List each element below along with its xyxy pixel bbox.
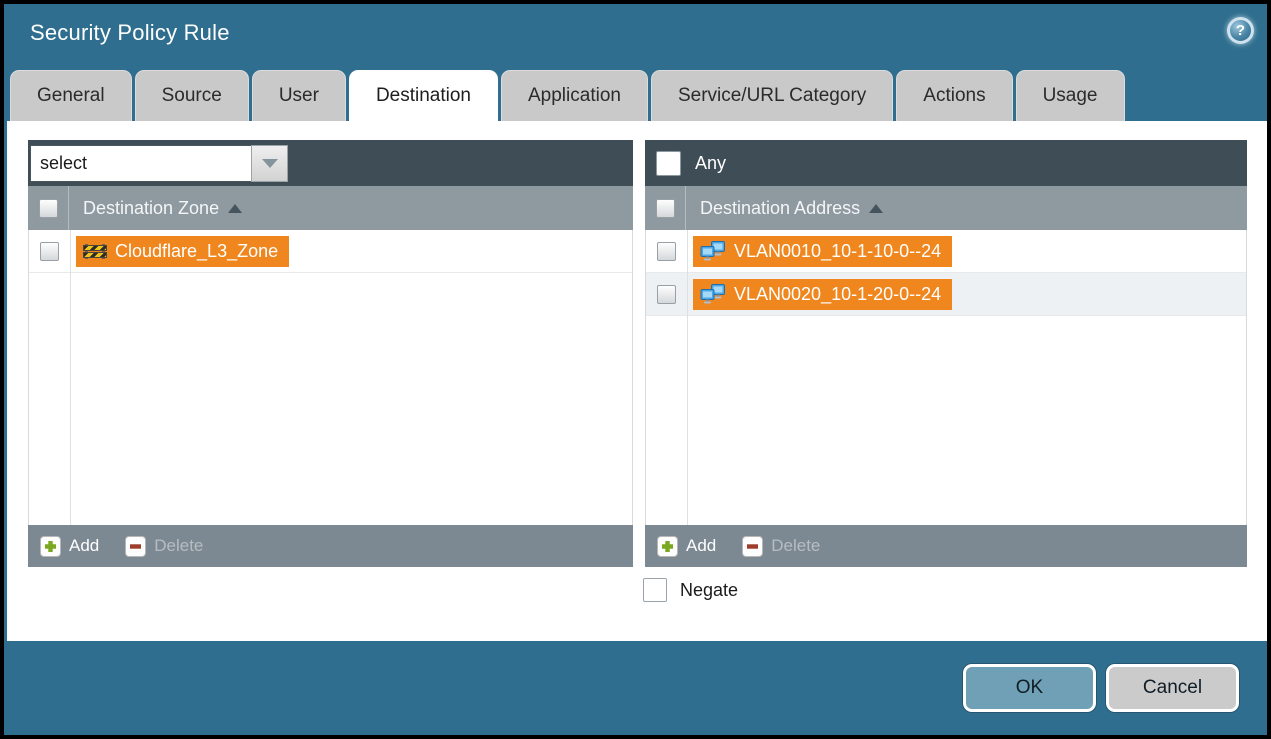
address-row-checkbox[interactable] (657, 285, 676, 304)
any-checkbox[interactable] (656, 151, 681, 176)
address-add-button[interactable]: Add (657, 536, 716, 557)
zone-name: Cloudflare_L3_Zone (115, 241, 278, 262)
negate-label: Negate (680, 580, 738, 601)
zone-row-checkbox-cell (29, 230, 70, 272)
tab-bar: General Source User Destination Applicat… (10, 70, 1125, 121)
zone-add-label: Add (69, 536, 99, 556)
address-icon (700, 284, 726, 305)
destination-zone-panel: Destination Zone Cloudflare_L3_Zone (28, 140, 633, 567)
zone-column-header: Destination Zone (28, 186, 633, 230)
zone-delete-label: Delete (154, 536, 203, 556)
zone-select-all-checkbox[interactable] (39, 199, 58, 218)
tab-source[interactable]: Source (135, 70, 249, 121)
address-footer-toolbar: Add Delete (645, 525, 1247, 567)
zone-list: Cloudflare_L3_Zone (28, 230, 633, 525)
address-toolbar: Any (645, 140, 1247, 186)
add-plus-icon (657, 536, 678, 557)
add-plus-icon (40, 536, 61, 557)
address-chip[interactable]: VLAN0010_10-1-10-0--24 (693, 236, 952, 267)
negate-option: Negate (643, 578, 738, 602)
address-row-vlan0020[interactable]: VLAN0020_10-1-20-0--24 (646, 273, 1246, 316)
negate-checkbox[interactable] (643, 578, 667, 602)
tab-service-url-category[interactable]: Service/URL Category (651, 70, 893, 121)
address-column-header: Destination Address (645, 186, 1247, 230)
address-row-checkbox-cell (646, 230, 687, 272)
tab-general[interactable]: General (10, 70, 132, 121)
sort-ascending-icon (869, 204, 883, 213)
address-icon (700, 241, 726, 262)
zone-row-cloudflare[interactable]: Cloudflare_L3_Zone (29, 230, 632, 273)
ok-button[interactable]: OK (963, 664, 1096, 712)
cancel-button[interactable]: Cancel (1106, 664, 1239, 712)
tab-application[interactable]: Application (501, 70, 648, 121)
address-select-all-checkbox[interactable] (656, 199, 675, 218)
security-policy-rule-dialog: Security Policy Rule ? General Source Us… (0, 0, 1271, 739)
sort-ascending-icon (228, 204, 242, 213)
delete-minus-icon (742, 536, 763, 557)
zone-icon (83, 243, 107, 260)
address-row-checkbox-cell (646, 273, 687, 315)
address-header-checkbox-cell (645, 186, 686, 230)
address-name: VLAN0020_10-1-20-0--24 (734, 284, 941, 305)
zone-column-header-label[interactable]: Destination Zone (83, 198, 242, 219)
zone-delete-button[interactable]: Delete (125, 536, 203, 557)
address-name: VLAN0010_10-1-10-0--24 (734, 241, 941, 262)
zone-header-checkbox-cell (28, 186, 69, 230)
zone-select-input[interactable] (30, 145, 251, 182)
zone-toolbar (28, 140, 633, 186)
address-row-checkbox[interactable] (657, 242, 676, 261)
zone-row-checkbox[interactable] (40, 242, 59, 261)
zone-footer-toolbar: Add Delete (28, 525, 633, 567)
zone-select-dropdown-button[interactable] (251, 145, 288, 182)
address-column-header-text: Destination Address (700, 198, 860, 219)
address-add-label: Add (686, 536, 716, 556)
help-icon[interactable]: ? (1227, 17, 1254, 44)
chevron-down-icon (262, 159, 278, 168)
tab-usage[interactable]: Usage (1016, 70, 1125, 121)
address-column-header-label[interactable]: Destination Address (700, 198, 883, 219)
zone-select-combo[interactable] (30, 145, 288, 182)
zone-column-header-text: Destination Zone (83, 198, 219, 219)
address-list: VLAN0010_10-1-10-0--24 (645, 230, 1247, 525)
destination-address-panel: Any Destination Address (645, 140, 1247, 567)
delete-minus-icon (125, 536, 146, 557)
any-label: Any (695, 153, 726, 174)
dialog-title: Security Policy Rule (30, 20, 230, 46)
tab-destination[interactable]: Destination (349, 70, 498, 121)
tab-actions[interactable]: Actions (896, 70, 1012, 121)
zone-chip[interactable]: Cloudflare_L3_Zone (76, 236, 289, 267)
tab-content-destination: Destination Zone Cloudflare_L3_Zone (7, 121, 1268, 641)
address-delete-button[interactable]: Delete (742, 536, 820, 557)
zone-add-button[interactable]: Add (40, 536, 99, 557)
address-delete-label: Delete (771, 536, 820, 556)
address-row-vlan0010[interactable]: VLAN0010_10-1-10-0--24 (646, 230, 1246, 273)
tab-user[interactable]: User (252, 70, 346, 121)
address-chip[interactable]: VLAN0020_10-1-20-0--24 (693, 279, 952, 310)
